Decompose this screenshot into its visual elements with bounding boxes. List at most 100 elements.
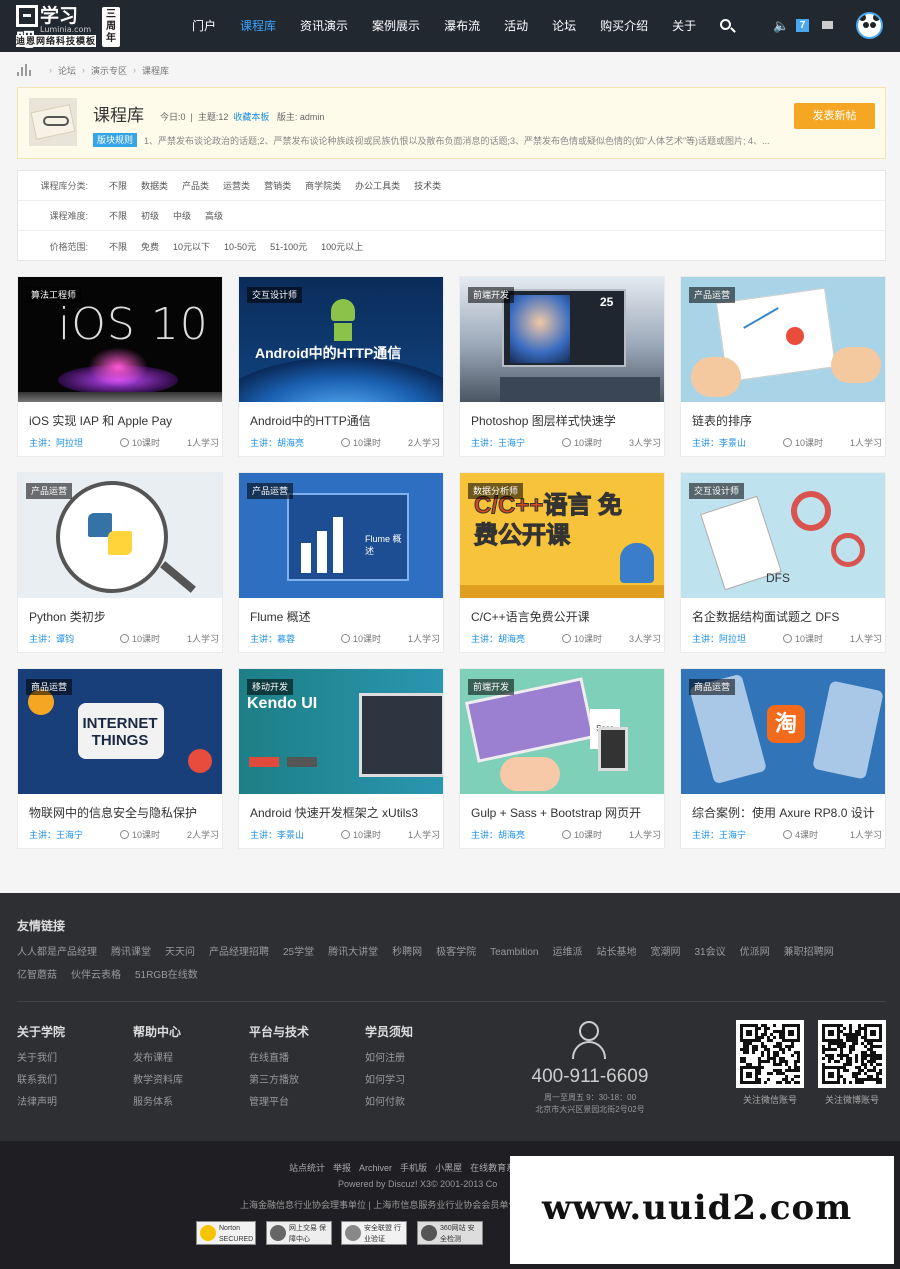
filter-option[interactable]: 数据类 bbox=[141, 179, 168, 192]
site-logo[interactable]: 学习吧 Luminia.com 迪恩网络科技模板 三周年 bbox=[16, 5, 120, 51]
home-chart-icon[interactable] bbox=[17, 64, 33, 76]
footer-link[interactable]: 如何学习 bbox=[365, 1070, 413, 1092]
bottom-link[interactable]: 小黑屋 bbox=[435, 1163, 462, 1173]
course-thumbnail[interactable]: Kendo UI 移动开发 bbox=[239, 669, 443, 794]
course-title[interactable]: Gulp + Sass + Bootstrap 网页开 bbox=[471, 804, 659, 821]
course-thumbnail[interactable]: 产品运营 bbox=[18, 473, 222, 598]
footer-link[interactable]: 管理平台 bbox=[249, 1092, 309, 1114]
footer-link[interactable]: 发布课程 bbox=[133, 1048, 183, 1070]
course-lecturer[interactable]: 主讲：阿拉坦 bbox=[692, 632, 746, 645]
filter-option[interactable]: 免费 bbox=[141, 240, 159, 253]
friend-link[interactable]: 伙伴云表格 bbox=[71, 970, 121, 981]
course-lecturer[interactable]: 主讲：王海宁 bbox=[29, 828, 83, 841]
course-card[interactable]: 淘 商品运营 综合案例：使用 Axure RP8.0 设计 主讲：王海宁 4课时 1人学习 bbox=[680, 668, 886, 849]
course-thumbnail[interactable]: 产品运营 bbox=[681, 277, 885, 402]
norton-cert-badge[interactable]: Norton SECURED bbox=[196, 1221, 256, 1245]
filter-option[interactable]: 51-100元 bbox=[270, 240, 307, 253]
friend-link[interactable]: 兼职招聘网 bbox=[784, 947, 834, 958]
friend-link[interactable]: 天天问 bbox=[165, 947, 195, 958]
footer-link[interactable]: 如何付款 bbox=[365, 1092, 413, 1114]
course-title[interactable]: Android 快速开发框架之 xUtils3 bbox=[250, 804, 438, 821]
course-title[interactable]: iOS 实现 IAP 和 Apple Pay bbox=[29, 412, 217, 429]
friend-link[interactable]: 25学堂 bbox=[283, 947, 314, 958]
course-lecturer[interactable]: 主讲：谭钧 bbox=[29, 632, 74, 645]
nav-item-4[interactable]: 瀑布流 bbox=[432, 0, 492, 52]
filter-option[interactable]: 办公工具类 bbox=[355, 179, 400, 192]
course-thumbnail[interactable]: iOS 10 算法工程师 bbox=[18, 277, 222, 402]
course-card[interactable]: 25 前端开发 Photoshop 图层样式快速学 主讲：王海宁 10课时 3人学习 bbox=[459, 276, 665, 457]
filter-option[interactable]: 运营类 bbox=[223, 179, 250, 192]
footer-link[interactable]: 教学资料库 bbox=[133, 1070, 183, 1092]
course-title[interactable]: Photoshop 图层样式快速学 bbox=[471, 412, 659, 429]
course-title[interactable]: 名企数据结构面试题之 DFS bbox=[692, 608, 880, 625]
filter-option[interactable]: 不限 bbox=[109, 209, 127, 222]
friend-link[interactable]: 站长基地 bbox=[596, 947, 636, 958]
mail-icon[interactable] bbox=[822, 0, 834, 52]
friend-link[interactable]: 人人都是产品经理 bbox=[17, 947, 97, 958]
nav-item-1[interactable]: 课程库 bbox=[228, 0, 288, 52]
filter-option[interactable]: 不限 bbox=[109, 240, 127, 253]
breadcrumb-item-0[interactable]: 论坛 bbox=[58, 64, 76, 77]
notification-badge[interactable]: 7 bbox=[796, 19, 809, 32]
course-card[interactable]: Kendo UI 移动开发 Android 快速开发框架之 xUtils3 主讲：李景… bbox=[238, 668, 444, 849]
filter-option[interactable]: 不限 bbox=[109, 179, 127, 192]
filter-option[interactable]: 商学院类 bbox=[305, 179, 341, 192]
360-cert-badge[interactable]: 360网站 安全检测 bbox=[417, 1221, 483, 1245]
course-card[interactable]: 产品运营 链表的排序 主讲：李景山 10课时 1人学习 bbox=[680, 276, 886, 457]
course-card[interactable]: DFS 交互设计师 名企数据结构面试题之 DFS 主讲：阿拉坦 10课时 1人学习 bbox=[680, 472, 886, 653]
nav-item-5[interactable]: 活动 bbox=[492, 0, 540, 52]
security-cert-badge[interactable]: 安全联盟 行业验证 bbox=[341, 1221, 407, 1245]
search-icon[interactable] bbox=[718, 0, 738, 52]
bottom-link[interactable]: 手机版 bbox=[400, 1163, 427, 1173]
nav-item-2[interactable]: 资讯演示 bbox=[288, 0, 360, 52]
rules-badge[interactable]: 版块规则 bbox=[93, 133, 138, 147]
bottom-link[interactable]: 站点统计 bbox=[289, 1163, 325, 1173]
footer-link[interactable]: 第三方播放 bbox=[249, 1070, 309, 1092]
friend-link[interactable]: 宽潮网 bbox=[650, 947, 680, 958]
trade-cert-badge[interactable]: 网上交易 保障中心 bbox=[266, 1221, 332, 1245]
course-card[interactable]: C/C++语言 免费公开课 数据分析师 C/C++语言免费公开课 主讲：胡海亮 10课时… bbox=[459, 472, 665, 653]
nav-item-6[interactable]: 论坛 bbox=[540, 0, 588, 52]
course-card[interactable]: iOS 10 算法工程师 iOS 实现 IAP 和 Apple Pay 主讲：阿拉坦 1… bbox=[17, 276, 223, 457]
course-lecturer[interactable]: 主讲：慕蓉 bbox=[250, 632, 295, 645]
course-thumbnail[interactable]: DFS 交互设计师 bbox=[681, 473, 885, 598]
footer-link[interactable]: 如何注册 bbox=[365, 1048, 413, 1070]
friend-link[interactable]: 优派网 bbox=[740, 947, 770, 958]
course-title[interactable]: C/C++语言免费公开课 bbox=[471, 608, 659, 625]
course-card[interactable]: Flume 概述 产品运营 Flume 概述 主讲：慕蓉 10课时 1人学习 bbox=[238, 472, 444, 653]
nav-item-0[interactable]: 门户 bbox=[180, 0, 228, 52]
course-card[interactable]: 产品运营 Python 类初步 主讲：谭钧 10课时 1人学习 bbox=[17, 472, 223, 653]
course-thumbnail[interactable]: 25 前端开发 bbox=[460, 277, 664, 402]
course-title[interactable]: Android中的HTTP通信 bbox=[250, 412, 438, 429]
filter-option[interactable]: 10-50元 bbox=[224, 240, 256, 253]
filter-option[interactable]: 中级 bbox=[173, 209, 191, 222]
friend-link[interactable]: 51RGB在线数 bbox=[135, 970, 198, 981]
course-lecturer[interactable]: 主讲：王海宁 bbox=[471, 436, 525, 449]
footer-link[interactable]: 关于我们 bbox=[17, 1048, 65, 1070]
friend-link[interactable]: 产品经理招聘 bbox=[209, 947, 269, 958]
course-title[interactable]: 物联网中的信息安全与隐私保护 bbox=[29, 804, 217, 821]
footer-link[interactable]: 服务体系 bbox=[133, 1092, 183, 1114]
friend-link[interactable]: 31会议 bbox=[694, 947, 725, 958]
course-title[interactable]: Flume 概述 bbox=[250, 608, 438, 625]
course-title[interactable]: 链表的排序 bbox=[692, 412, 880, 429]
footer-link[interactable]: 联系我们 bbox=[17, 1070, 65, 1092]
course-thumbnail[interactable]: Android中的HTTP通信 交互设计师 bbox=[239, 277, 443, 402]
nav-item-7[interactable]: 购买介绍 bbox=[588, 0, 660, 52]
bottom-link[interactable]: 举报 bbox=[333, 1163, 351, 1173]
friend-link[interactable]: 腾讯大讲堂 bbox=[328, 947, 378, 958]
favorite-link[interactable]: 收藏本板 bbox=[233, 112, 269, 122]
footer-link[interactable]: 法律声明 bbox=[17, 1092, 65, 1114]
filter-option[interactable]: 营销类 bbox=[264, 179, 291, 192]
course-lecturer[interactable]: 主讲：胡海亮 bbox=[471, 828, 525, 841]
course-thumbnail[interactable]: Flume 概述 产品运营 bbox=[239, 473, 443, 598]
bottom-link[interactable]: 在线教育系 bbox=[470, 1163, 515, 1173]
breadcrumb-item-1[interactable]: 演示专区 bbox=[91, 64, 127, 77]
course-card[interactable]: Android中的HTTP通信 交互设计师 Android中的HTTP通信 主讲：胡海… bbox=[238, 276, 444, 457]
course-thumbnail[interactable]: C/C++语言 免费公开课 数据分析师 bbox=[460, 473, 664, 598]
course-thumbnail[interactable]: Sass前端开发 bbox=[460, 669, 664, 794]
course-thumbnail[interactable]: 淘 商品运营 bbox=[681, 669, 885, 794]
course-title[interactable]: 综合案例：使用 Axure RP8.0 设计 bbox=[692, 804, 880, 821]
footer-link[interactable]: 在线直播 bbox=[249, 1048, 309, 1070]
course-thumbnail[interactable]: INTERNET THINGS 商品运营 bbox=[18, 669, 222, 794]
